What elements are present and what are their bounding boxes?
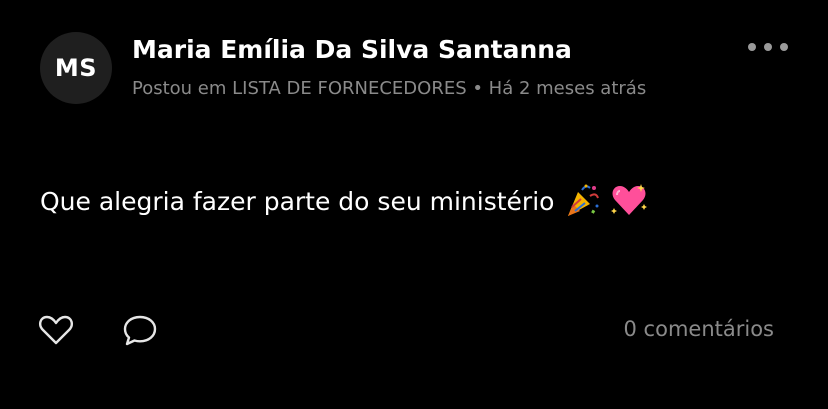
avatar[interactable]: MS <box>40 32 112 104</box>
post-card: MS Maria Emília Da Silva Santanna Postou… <box>0 0 828 409</box>
like-button[interactable] <box>36 310 76 350</box>
sparkling-heart-icon <box>610 182 648 224</box>
author-name[interactable]: Maria Emília Da Silva Santanna <box>132 35 572 64</box>
more-options-button[interactable] <box>740 34 796 60</box>
post-meta: Postou em LISTA DE FORNECEDORES • Há 2 m… <box>132 78 647 99</box>
heart-outline-icon <box>39 315 73 345</box>
comment-button[interactable] <box>120 310 160 350</box>
post-message: Que alegria fazer parte do seu ministéri… <box>40 182 648 224</box>
comments-count[interactable]: 0 comentários <box>624 317 774 341</box>
speech-bubble-icon <box>123 315 157 346</box>
more-horizontal-icon <box>748 43 788 51</box>
post-message-text: Que alegria fazer parte do seu ministéri… <box>40 187 555 216</box>
party-popper-icon <box>564 182 600 224</box>
avatar-initials: MS <box>54 54 98 82</box>
